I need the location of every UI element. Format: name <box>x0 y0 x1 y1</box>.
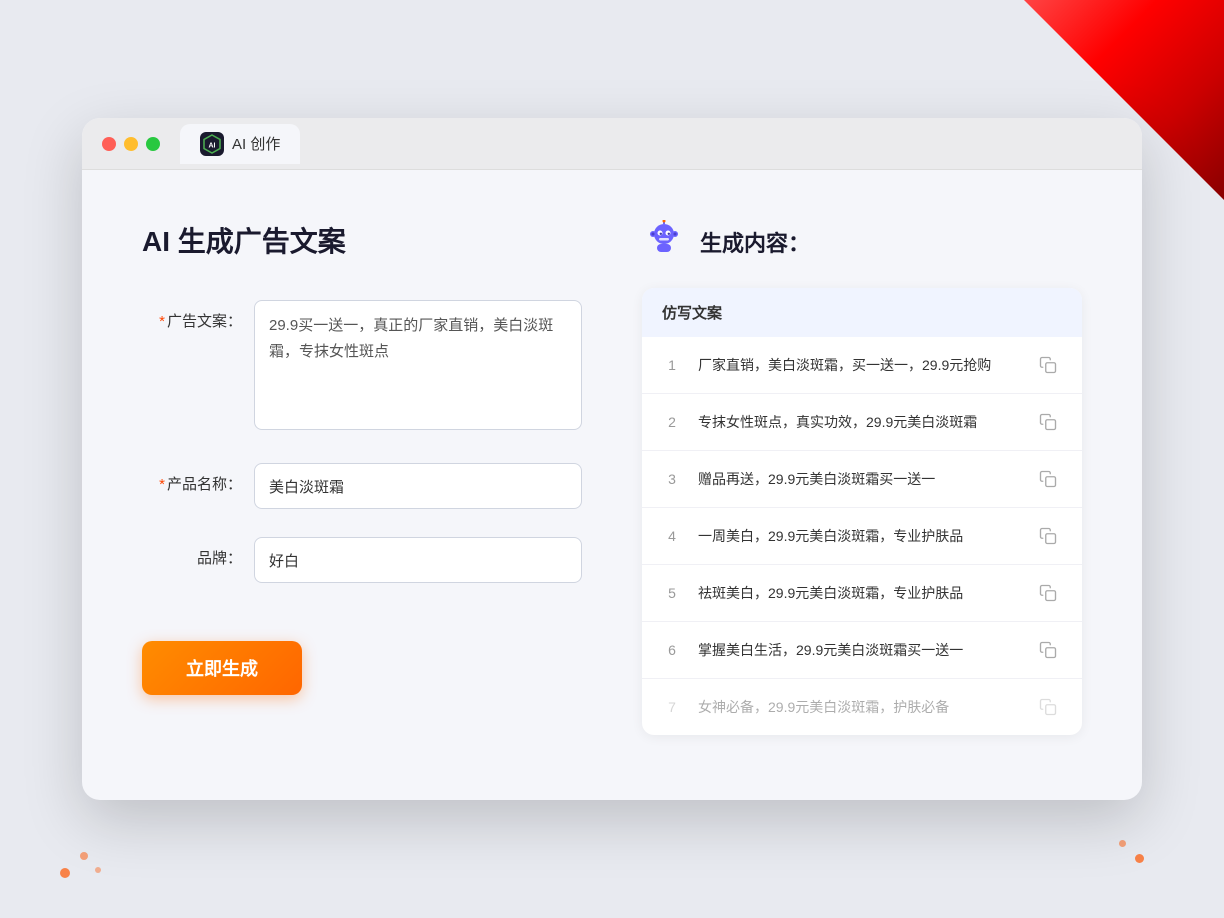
result-text: 专抹女性斑点，真实功效，29.9元美白淡斑霜 <box>698 412 1018 433</box>
result-row: 1 厂家直销，美白淡斑霜，买一送一，29.9元抢购 <box>642 337 1082 394</box>
result-text: 掌握美白生活，29.9元美白淡斑霜买一送一 <box>698 640 1018 661</box>
product-name-input[interactable] <box>254 463 582 509</box>
result-text: 女神必备，29.9元美白淡斑霜，护肤必备 <box>698 697 1018 718</box>
result-text: 祛斑美白，29.9元美白淡斑霜，专业护肤品 <box>698 583 1018 604</box>
result-row: 5 祛斑美白，29.9元美白淡斑霜，专业护肤品 <box>642 565 1082 622</box>
main-content: AI 生成广告文案 *广告文案： *产品名称： <box>82 170 1142 800</box>
copy-icon[interactable] <box>1034 522 1062 550</box>
copy-icon[interactable] <box>1034 693 1062 721</box>
result-num: 5 <box>662 585 682 601</box>
ad-copy-field <box>254 300 582 435</box>
page-title: AI 生成广告文案 <box>142 220 582 260</box>
copy-icon[interactable] <box>1034 636 1062 664</box>
result-text: 一周美白，29.9元美白淡斑霜，专业护肤品 <box>698 526 1018 547</box>
traffic-light-green[interactable] <box>146 137 160 151</box>
copy-icon[interactable] <box>1034 579 1062 607</box>
browser-tab[interactable]: AI AI 创作 <box>180 124 300 164</box>
result-num: 4 <box>662 528 682 544</box>
right-panel: 生成内容： 仿写文案 1 厂家直销，美白淡斑霜，买一送一，29.9元抢购 2 专… <box>642 220 1082 750</box>
svg-text:AI: AI <box>209 142 216 149</box>
required-star-1: * <box>159 313 165 330</box>
results-list: 1 厂家直销，美白淡斑霜，买一送一，29.9元抢购 2 专抹女性斑点，真实功效，… <box>642 337 1082 735</box>
copy-icon[interactable] <box>1034 465 1062 493</box>
brand-field <box>254 537 582 583</box>
results-container: 仿写文案 1 厂家直销，美白淡斑霜，买一送一，29.9元抢购 2 专抹女性斑点，… <box>642 288 1082 735</box>
result-num: 6 <box>662 642 682 658</box>
traffic-lights <box>102 137 160 151</box>
browser-window: AI AI 创作 AI 生成广告文案 *广告文案： *产品名称： <box>82 118 1142 800</box>
form-row-ad-copy: *广告文案： <box>142 300 582 435</box>
result-row: 3 赠品再送，29.9元美白淡斑霜买一送一 <box>642 451 1082 508</box>
generate-button[interactable]: 立即生成 <box>142 641 302 695</box>
tab-title: AI 创作 <box>232 133 280 154</box>
result-num: 7 <box>662 699 682 715</box>
results-header: 仿写文案 <box>642 288 1082 337</box>
robot-icon <box>642 220 686 264</box>
form-row-product-name: *产品名称： <box>142 463 582 509</box>
copy-icon[interactable] <box>1034 408 1062 436</box>
copy-icon[interactable] <box>1034 351 1062 379</box>
brand-input[interactable] <box>254 537 582 583</box>
result-row: 6 掌握美白生活，29.9元美白淡斑霜买一送一 <box>642 622 1082 679</box>
right-panel-title: 生成内容： <box>700 226 810 258</box>
result-num: 1 <box>662 357 682 373</box>
ad-copy-label: *广告文案： <box>142 300 242 331</box>
result-text: 赠品再送，29.9元美白淡斑霜买一送一 <box>698 469 1018 490</box>
result-row: 4 一周美白，29.9元美白淡斑霜，专业护肤品 <box>642 508 1082 565</box>
result-row: 7 女神必备，29.9元美白淡斑霜，护肤必备 <box>642 679 1082 735</box>
title-bar: AI AI 创作 <box>82 118 1142 170</box>
ad-copy-textarea[interactable] <box>254 300 582 430</box>
right-header: 生成内容： <box>642 220 1082 264</box>
required-star-2: * <box>159 476 165 493</box>
product-name-field <box>254 463 582 509</box>
product-name-label: *产品名称： <box>142 463 242 494</box>
tab-ai-icon: AI <box>200 132 224 156</box>
result-num: 2 <box>662 414 682 430</box>
result-num: 3 <box>662 471 682 487</box>
form-row-brand: 品牌： <box>142 537 582 583</box>
result-row: 2 专抹女性斑点，真实功效，29.9元美白淡斑霜 <box>642 394 1082 451</box>
traffic-light-red[interactable] <box>102 137 116 151</box>
left-panel: AI 生成广告文案 *广告文案： *产品名称： <box>142 220 582 750</box>
traffic-light-yellow[interactable] <box>124 137 138 151</box>
result-text: 厂家直销，美白淡斑霜，买一送一，29.9元抢购 <box>698 355 1018 376</box>
brand-label: 品牌： <box>142 537 242 568</box>
